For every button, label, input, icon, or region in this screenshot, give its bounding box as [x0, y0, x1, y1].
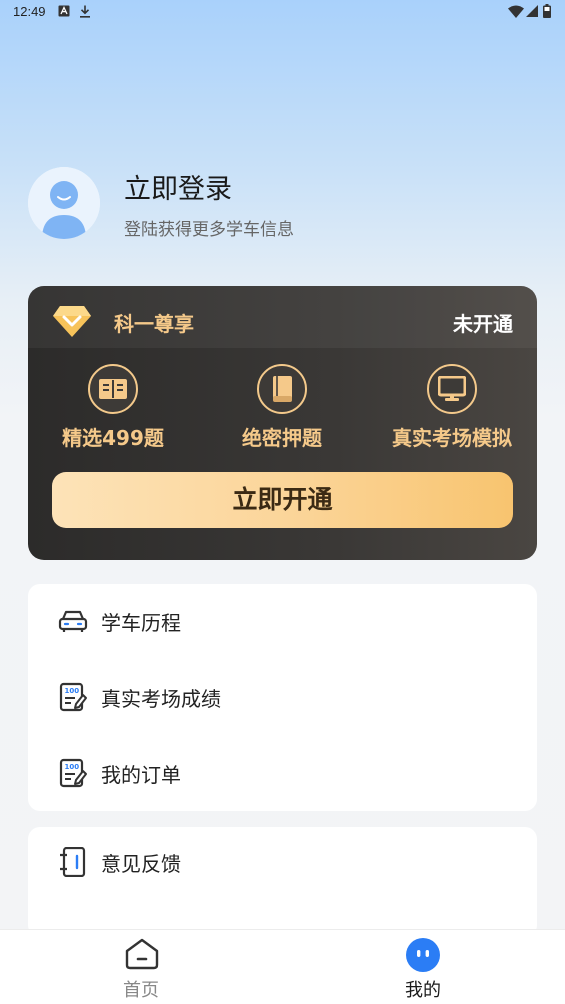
menu-label: 我的订单	[101, 763, 181, 787]
vip-plan-name: 科一尊享	[114, 312, 194, 336]
tab-mine[interactable]: 我的	[363, 930, 483, 1004]
menu-item-exam-scores[interactable]: 100 真实考场成绩	[28, 660, 537, 736]
vip-card: 科一尊享 未开通 精选499题 绝密押题 真实考场模拟 立即开通	[28, 286, 537, 560]
perk-label: 真实考场模拟	[392, 426, 512, 450]
car-icon	[58, 610, 88, 632]
diamond-icon	[53, 306, 91, 337]
monitor-icon	[427, 364, 477, 414]
score-report-icon: 100	[59, 682, 87, 712]
perk-real-exam-sim[interactable]: 真实考场模拟	[367, 364, 537, 451]
feedback-notebook-icon	[60, 847, 86, 877]
login-subtitle: 登陆获得更多学车信息	[124, 220, 294, 240]
user-avatar-icon[interactable]	[28, 167, 100, 239]
download-icon	[80, 5, 90, 18]
mine-face-icon	[406, 938, 440, 972]
activate-vip-button[interactable]: 立即开通	[52, 472, 513, 528]
tab-label: 首页	[123, 980, 159, 1001]
signal-icon	[526, 5, 538, 17]
menu-item-feedback[interactable]: 意见反馈	[28, 827, 537, 901]
menu-item-my-orders[interactable]: 100 我的订单	[28, 736, 537, 811]
status-bar: 12:49	[0, 0, 565, 26]
perk-label: 精选499题	[62, 426, 164, 450]
menu-group-2: 意见反馈	[28, 827, 537, 937]
vip-status: 未开通	[453, 312, 513, 336]
login-title[interactable]: 立即登录	[124, 167, 232, 206]
tab-home[interactable]: 首页	[81, 930, 201, 1004]
menu-group-1: 学车历程 100 真实考场成绩 100 我的订单	[28, 584, 537, 811]
bottom-tab-bar: 首页 我的	[0, 929, 565, 1004]
wifi-icon	[508, 5, 524, 18]
menu-label: 真实考场成绩	[101, 687, 221, 711]
order-icon: 100	[59, 758, 87, 788]
menu-label: 意见反馈	[101, 852, 181, 876]
battery-icon	[543, 4, 551, 18]
perk-selected-questions[interactable]: 精选499题	[28, 364, 198, 451]
status-time: 12:49	[13, 4, 46, 19]
svg-text:100: 100	[65, 763, 80, 771]
perk-label: 绝密押题	[242, 426, 322, 450]
login-section[interactable]: 立即登录 登陆获得更多学车信息	[28, 167, 538, 247]
a-icon	[58, 5, 70, 17]
menu-label: 学车历程	[101, 611, 181, 635]
svg-text:100: 100	[65, 687, 80, 695]
tab-label: 我的	[405, 980, 441, 1001]
menu-item-driving-journey[interactable]: 学车历程	[28, 584, 537, 660]
home-icon	[125, 938, 159, 970]
book-open-icon	[88, 364, 138, 414]
book-icon	[257, 364, 307, 414]
perk-secret-questions[interactable]: 绝密押题	[197, 364, 367, 451]
